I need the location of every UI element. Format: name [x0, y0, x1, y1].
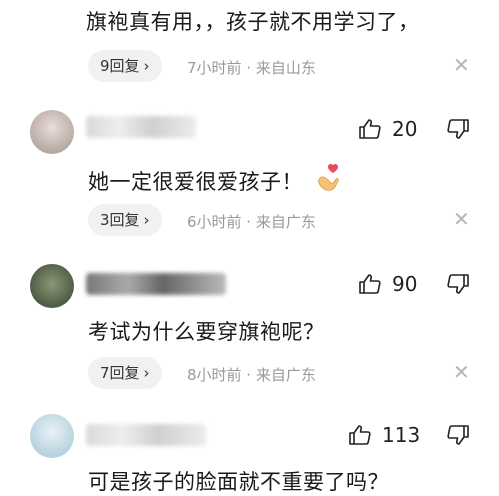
close-icon[interactable]: ✕ — [453, 360, 470, 384]
comment-2-text: 她一定很爱很爱孩子！ — [88, 170, 303, 194]
avatar[interactable] — [30, 110, 74, 154]
reply-button-3[interactable]: 7回复 › — [88, 357, 162, 389]
thumb-down-icon[interactable] — [446, 118, 470, 140]
thumb-down-icon[interactable] — [446, 273, 470, 295]
comment-3-text: 考试为什么要穿旗袍呢？ — [88, 320, 325, 344]
username-blurred[interactable] — [86, 116, 196, 138]
like-count: 113 — [382, 423, 421, 447]
reply-count: 9回复 — [100, 57, 140, 75]
like-count: 20 — [392, 117, 418, 141]
close-icon[interactable]: ✕ — [453, 53, 470, 77]
comment-2-meta: 6小时前 · 来自广东 — [187, 213, 316, 231]
comment-1-meta: 7小时前 · 来自山东 — [187, 59, 316, 77]
like-button[interactable]: 20 — [358, 117, 417, 141]
comment-1-text: 旗袍真有用，，孩子就不用学习了， — [86, 10, 420, 34]
reply-button-2[interactable]: 3回复 › — [88, 204, 162, 236]
reply-button-1[interactable]: 9回复 › — [88, 50, 162, 82]
reply-count: 7回复 — [100, 364, 140, 382]
thumb-up-icon — [359, 119, 381, 139]
heart-hand-emoji: 🫰 — [315, 162, 343, 191]
thumb-up-icon — [349, 425, 371, 445]
chevron-right-icon: › — [143, 211, 150, 229]
avatar[interactable] — [30, 264, 74, 308]
reply-count: 3回复 — [100, 211, 140, 229]
thumb-down-icon[interactable] — [446, 424, 470, 446]
chevron-right-icon: › — [143, 57, 150, 75]
close-icon[interactable]: ✕ — [453, 207, 470, 231]
like-button[interactable]: 90 — [358, 272, 417, 296]
like-count: 90 — [392, 272, 418, 296]
chevron-right-icon: › — [143, 364, 150, 382]
username-blurred[interactable] — [86, 273, 226, 295]
thumb-up-icon — [359, 274, 381, 294]
like-button[interactable]: 113 — [348, 423, 420, 447]
comment-3-meta: 8小时前 · 来自广东 — [187, 366, 316, 384]
avatar[interactable] — [30, 414, 74, 458]
comment-4-text: 可是孩子的脸面就不重要了吗？ — [88, 470, 389, 494]
username-blurred[interactable] — [86, 424, 206, 446]
